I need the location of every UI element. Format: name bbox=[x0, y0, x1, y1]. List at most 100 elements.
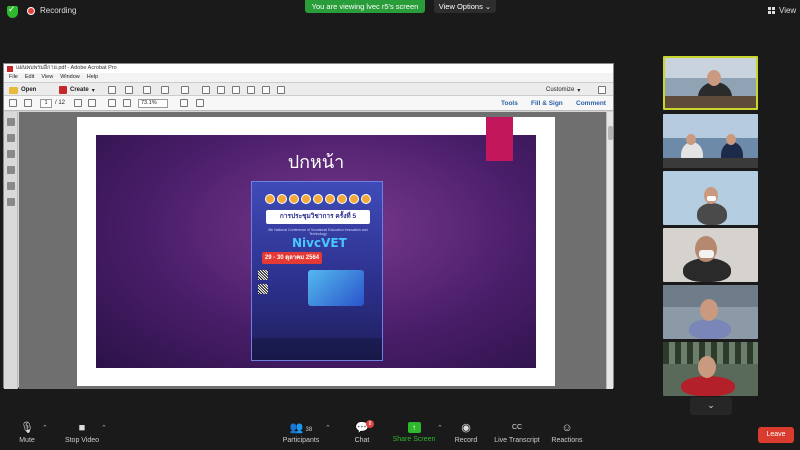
recording-indicator[interactable]: Recording bbox=[27, 6, 76, 15]
page-total: / 12 bbox=[55, 100, 66, 106]
participant-video-tile[interactable] bbox=[663, 228, 758, 282]
poster-logo-row bbox=[258, 194, 378, 206]
select-cursor-icon[interactable] bbox=[74, 99, 82, 107]
hand-tool-icon[interactable] bbox=[88, 99, 96, 107]
leave-button[interactable]: Leave bbox=[758, 427, 794, 443]
fill-sign-tab[interactable]: Fill & Sign bbox=[531, 96, 563, 111]
attachments-icon[interactable] bbox=[7, 150, 15, 158]
tags-icon[interactable] bbox=[7, 198, 15, 206]
poster-subtitle: 5th National Conference of Vocational Ed… bbox=[268, 228, 368, 236]
scrollbar-thumb[interactable] bbox=[608, 126, 613, 140]
participants-label: Participants bbox=[282, 437, 320, 444]
page-thumbnails-icon[interactable] bbox=[7, 118, 15, 126]
poster-banner: การประชุมวิชาการ ครั้งที่ 5 bbox=[266, 210, 370, 224]
record-button[interactable]: ◉ Record bbox=[453, 422, 479, 444]
save-icon[interactable] bbox=[108, 86, 116, 94]
participant-video-tile[interactable] bbox=[663, 342, 758, 396]
live-transcript-button[interactable]: CC Live Transcript bbox=[493, 422, 541, 444]
page-number-input[interactable]: 1 bbox=[40, 99, 52, 108]
chevron-down-icon: ▾ bbox=[91, 87, 95, 94]
fit-page-icon[interactable] bbox=[180, 99, 188, 107]
stop-video-button[interactable]: ■ Stop Video bbox=[62, 422, 102, 444]
document-canvas: ปกหน้า การประชุมวิชาการ ครั้งที่ 5 5th N… bbox=[19, 112, 608, 389]
open-label: Open bbox=[21, 87, 37, 93]
conference-poster: การประชุมวิชาการ ครั้งที่ 5 5th National… bbox=[251, 181, 383, 361]
security-shield-icon[interactable] bbox=[7, 4, 18, 18]
tools-tab[interactable]: Tools bbox=[501, 96, 518, 111]
bookmarks-icon[interactable] bbox=[7, 134, 15, 142]
share-screen-button[interactable]: ↑ Share Screen bbox=[392, 422, 436, 443]
shared-screen-acrobat: แผ่นพบพรมอีกาย.pdf - Adobe Acrobat Pro F… bbox=[3, 63, 614, 389]
acrobat-main-toolbar: Open Create ▾ Customize ▾ bbox=[4, 82, 613, 96]
menu-window[interactable]: Window bbox=[60, 73, 80, 82]
share-screen-label: Share Screen bbox=[392, 436, 436, 443]
top-bar: Recording You are viewing lvec r5's scre… bbox=[0, 0, 800, 24]
video-camera-icon: ■ bbox=[78, 422, 86, 434]
menu-file[interactable]: File bbox=[9, 73, 18, 82]
stop-video-label: Stop Video bbox=[64, 437, 100, 444]
smiley-plus-icon: ☺ bbox=[561, 422, 573, 434]
chat-label: Chat bbox=[354, 437, 370, 444]
print-icon[interactable] bbox=[125, 86, 133, 94]
view-options-button[interactable]: View Options ⌄ bbox=[434, 0, 496, 13]
recording-label: Recording bbox=[40, 6, 77, 15]
page-up-icon[interactable] bbox=[9, 99, 17, 107]
microphone-icon: 🎙 bbox=[20, 422, 34, 434]
open-button[interactable]: Open bbox=[9, 85, 36, 95]
share-options-caret-icon[interactable]: ⌃ bbox=[437, 424, 443, 432]
chevron-down-icon: ⌄ bbox=[707, 400, 715, 410]
grid-view-icon bbox=[768, 7, 775, 14]
fit-width-icon[interactable] bbox=[196, 99, 204, 107]
menu-edit[interactable]: Edit bbox=[25, 73, 34, 82]
closed-caption-icon: CC bbox=[511, 424, 523, 431]
audio-options-caret-icon[interactable]: ⌃ bbox=[42, 424, 48, 432]
reactions-button[interactable]: ☺ Reactions bbox=[550, 422, 584, 444]
share-screen-icon: ↑ bbox=[407, 422, 421, 433]
view-label: View bbox=[779, 6, 797, 15]
email-icon[interactable] bbox=[161, 86, 169, 94]
acrobat-title-bar: แผ่นพบพรมอีกาย.pdf - Adobe Acrobat Pro bbox=[4, 64, 613, 73]
highlight-icon[interactable] bbox=[232, 86, 240, 94]
expand-icon[interactable] bbox=[598, 86, 606, 94]
record-icon: ◉ bbox=[461, 422, 471, 434]
mail-icon[interactable] bbox=[181, 86, 189, 94]
collapse-gallery-button[interactable]: ⌄ bbox=[690, 397, 732, 415]
participant-video-tile[interactable] bbox=[663, 171, 758, 225]
chat-unread-badge: 8 bbox=[366, 420, 374, 428]
reactions-label: Reactions bbox=[551, 437, 583, 444]
record-label: Record bbox=[454, 437, 478, 444]
attach-icon[interactable] bbox=[262, 86, 270, 94]
create-pdf-icon bbox=[59, 86, 67, 94]
meeting-controls-bar: 🎙 Mute ⌃ ■ Stop Video ⌃ 👥 38 Participants… bbox=[0, 418, 800, 450]
participant-video-tile[interactable] bbox=[663, 285, 758, 339]
pdf-page: ปกหน้า การประชุมวิชาการ ครั้งที่ 5 5th N… bbox=[77, 117, 555, 386]
create-button[interactable]: Create ▾ bbox=[59, 85, 95, 95]
layers-icon[interactable] bbox=[7, 182, 15, 190]
participant-video-tile[interactable] bbox=[663, 114, 758, 168]
zoom-out-icon[interactable] bbox=[108, 99, 116, 107]
signatures-icon[interactable] bbox=[7, 166, 15, 174]
menu-help[interactable]: Help bbox=[87, 73, 98, 82]
zoom-level-input[interactable]: 73.1% bbox=[138, 99, 168, 108]
participant-video-tile[interactable] bbox=[663, 56, 758, 110]
video-options-caret-icon[interactable]: ⌃ bbox=[101, 424, 107, 432]
page-down-icon[interactable] bbox=[24, 99, 32, 107]
settings-icon[interactable] bbox=[202, 86, 210, 94]
zoom-meeting-window: Recording You are viewing lvec r5's scre… bbox=[0, 0, 800, 450]
mute-button[interactable]: 🎙 Mute bbox=[14, 422, 40, 444]
customize-button[interactable]: Customize ▾ bbox=[546, 85, 580, 95]
participants-options-caret-icon[interactable]: ⌃ bbox=[325, 424, 331, 432]
zoom-in-icon[interactable] bbox=[123, 99, 131, 107]
poster-date: 29 - 30 ตุลาคม 2564 bbox=[262, 252, 322, 264]
view-options-label: View Options bbox=[438, 2, 483, 11]
chevron-down-icon: ▾ bbox=[577, 87, 581, 94]
stamp-icon[interactable] bbox=[247, 86, 255, 94]
participants-button[interactable]: 👥 38 Participants bbox=[280, 422, 322, 444]
comment-bubble-icon[interactable] bbox=[217, 86, 225, 94]
view-button[interactable]: View bbox=[768, 6, 796, 15]
comment-tab[interactable]: Comment bbox=[576, 96, 606, 111]
menu-view[interactable]: View bbox=[41, 73, 53, 82]
sign-icon[interactable] bbox=[277, 86, 285, 94]
vertical-scrollbar[interactable] bbox=[606, 112, 613, 389]
edit-icon[interactable] bbox=[143, 86, 151, 94]
